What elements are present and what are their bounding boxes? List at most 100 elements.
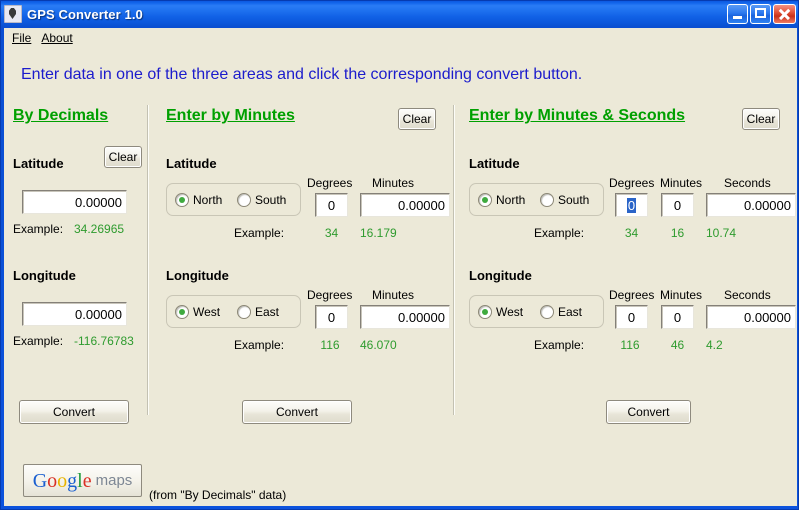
application-window: GPS Converter 1.0 File About Enter data … <box>0 0 799 510</box>
column-label-degrees-ms-lon: Degrees <box>609 288 655 302</box>
panel-title-minutes-seconds: Enter by Minutes & Seconds <box>469 107 686 124</box>
latitude-degrees-input-minutes[interactable]: 0 <box>315 193 348 217</box>
maximize-button[interactable] <box>750 4 771 24</box>
latitude-minutes-value-minutes: 0.00000 <box>398 197 445 213</box>
radio-latitude-south-minutes-seconds[interactable]: South <box>540 193 589 207</box>
radio-longitude-east-minutes-label: East <box>255 305 280 319</box>
google-logo-letter-e: e <box>82 469 92 492</box>
radio-longitude-west-minutes[interactable]: West <box>175 305 220 319</box>
example-latitude-minutes-minutes: 16.179 <box>360 226 397 240</box>
example-label-latitude-decimals: Example: <box>13 222 64 236</box>
maximize-icon <box>755 8 766 18</box>
radio-longitude-east-minutes[interactable]: East <box>237 305 279 319</box>
convert-button-decimals[interactable]: Convert <box>19 400 129 424</box>
radio-longitude-east-minutes-seconds[interactable]: East <box>540 305 582 319</box>
column-label-seconds-ms-lon: Seconds <box>724 288 771 302</box>
longitude-minutes-value-minutes-seconds: 0 <box>673 309 682 325</box>
menu-bar: File About <box>4 28 797 48</box>
google-maps-suffix: maps <box>95 472 133 489</box>
column-label-minutes-minutes-lat: Minutes <box>372 176 415 190</box>
latitude-degrees-input-minutes-seconds[interactable]: 0 <box>615 193 648 217</box>
example-longitude-degrees-ms: 116 <box>620 338 640 352</box>
title-bar: GPS Converter 1.0 <box>1 1 798 27</box>
menu-item-file[interactable]: File <box>10 30 39 46</box>
radio-longitude-west-minutes-seconds[interactable]: West <box>478 305 523 319</box>
label-latitude-minutes-seconds: Latitude <box>469 156 520 171</box>
column-label-minutes-ms-lon: Minutes <box>660 288 703 302</box>
example-latitude-minutes-ms: 16 <box>670 226 685 240</box>
menu-item-file-label: File <box>12 31 32 45</box>
longitude-minutes-value-minutes: 0.00000 <box>398 309 445 325</box>
gps-device-icon <box>4 5 22 23</box>
column-label-minutes-ms-lat: Minutes <box>660 176 703 190</box>
longitude-decimals-input[interactable]: 0.00000 <box>22 302 127 326</box>
example-label-longitude-minutes: Example: <box>234 338 285 352</box>
label-longitude-minutes: Longitude <box>166 268 229 283</box>
convert-button-minutes[interactable]: Convert <box>242 400 352 424</box>
instruction-text: Enter data in one of the three areas and… <box>21 66 583 83</box>
clear-button-minutes-label: Clear <box>402 112 432 126</box>
example-label-longitude-minutes-seconds: Example: <box>534 338 585 352</box>
column-label-seconds-ms-lat: Seconds <box>724 176 771 190</box>
label-latitude-minutes: Latitude <box>166 156 217 171</box>
latitude-minutes-input-minutes[interactable]: 0.00000 <box>360 193 450 217</box>
clear-button-decimals[interactable]: Clear <box>104 146 142 168</box>
longitude-seconds-input-minutes-seconds[interactable]: 0.00000 <box>706 305 796 329</box>
latitude-decimals-input[interactable]: 0.00000 <box>22 190 127 214</box>
clear-button-minutes[interactable]: Clear <box>398 108 436 130</box>
panel-title-minutes: Enter by Minutes <box>166 107 295 124</box>
radio-latitude-south-minutes[interactable]: South <box>237 193 286 207</box>
radio-dot-icon <box>237 193 251 207</box>
longitude-degrees-input-minutes[interactable]: 0 <box>315 305 348 329</box>
radio-latitude-north-minutes-seconds-label: North <box>496 193 526 207</box>
longitude-minutes-input-minutes-seconds[interactable]: 0 <box>661 305 694 329</box>
column-label-degrees-minutes-lon: Degrees <box>307 288 353 302</box>
minimize-button[interactable] <box>727 4 748 24</box>
clear-button-decimals-label: Clear <box>108 150 138 164</box>
example-latitude-degrees-ms: 34 <box>624 226 639 240</box>
longitude-degrees-value-minutes-seconds: 0 <box>627 309 636 325</box>
convert-button-decimals-label: Convert <box>52 405 96 419</box>
latitude-minutes-value-minutes-seconds: 0 <box>673 197 682 213</box>
label-latitude-decimals: Latitude <box>13 156 64 171</box>
google-maps-button[interactable]: Google maps <box>23 464 142 497</box>
radio-dot-icon <box>540 193 554 207</box>
radio-latitude-north-minutes-seconds[interactable]: North <box>478 193 525 207</box>
longitude-degrees-input-minutes-seconds[interactable]: 0 <box>615 305 648 329</box>
close-button[interactable] <box>773 4 796 24</box>
example-label-longitude-decimals: Example: <box>13 334 64 348</box>
radio-latitude-south-minutes-label: South <box>255 193 287 207</box>
panel-title-decimals: By Decimals <box>13 107 109 124</box>
longitude-degrees-value-minutes: 0 <box>327 309 336 325</box>
convert-button-minutes-seconds[interactable]: Convert <box>606 400 691 424</box>
radio-dot-icon <box>478 193 492 207</box>
radio-latitude-south-minutes-seconds-label: South <box>558 193 590 207</box>
longitude-minutes-input-minutes[interactable]: 0.00000 <box>360 305 450 329</box>
latitude-minutes-input-minutes-seconds[interactable]: 0 <box>661 193 694 217</box>
radio-longitude-west-minutes-label: West <box>193 305 221 319</box>
radio-dot-icon <box>175 305 189 319</box>
example-longitude-minutes-minutes: 46.070 <box>360 338 397 352</box>
google-logo-letter-g1: G <box>32 469 48 492</box>
latitude-decimals-value: 0.00000 <box>75 194 122 210</box>
radio-latitude-north-minutes-label: North <box>193 193 223 207</box>
clear-button-minutes-seconds-label: Clear <box>746 112 776 126</box>
radio-dot-icon <box>540 305 554 319</box>
radio-latitude-north-minutes[interactable]: North <box>175 193 222 207</box>
clear-button-minutes-seconds[interactable]: Clear <box>742 108 780 130</box>
google-logo-letter-o1: o <box>47 469 58 492</box>
latitude-seconds-input-minutes-seconds[interactable]: 0.00000 <box>706 193 796 217</box>
latitude-degrees-value-minutes-seconds: 0 <box>626 197 637 213</box>
example-longitude-degrees-minutes: 116 <box>320 338 340 352</box>
example-latitude-decimals: 34.26965 <box>74 222 125 236</box>
window-title: GPS Converter 1.0 <box>27 6 143 22</box>
example-label-latitude-minutes: Example: <box>234 226 285 240</box>
convert-button-minutes-seconds-label: Convert <box>627 405 670 419</box>
example-longitude-minutes-ms: 46 <box>670 338 685 352</box>
convert-button-minutes-label: Convert <box>275 405 319 419</box>
radio-longitude-west-minutes-seconds-label: West <box>496 305 524 319</box>
google-logo-letter-o2: o <box>57 469 68 492</box>
column-label-minutes-minutes-lon: Minutes <box>372 288 415 302</box>
column-label-degrees-minutes-lat: Degrees <box>307 176 353 190</box>
menu-item-about[interactable]: About <box>39 30 80 46</box>
